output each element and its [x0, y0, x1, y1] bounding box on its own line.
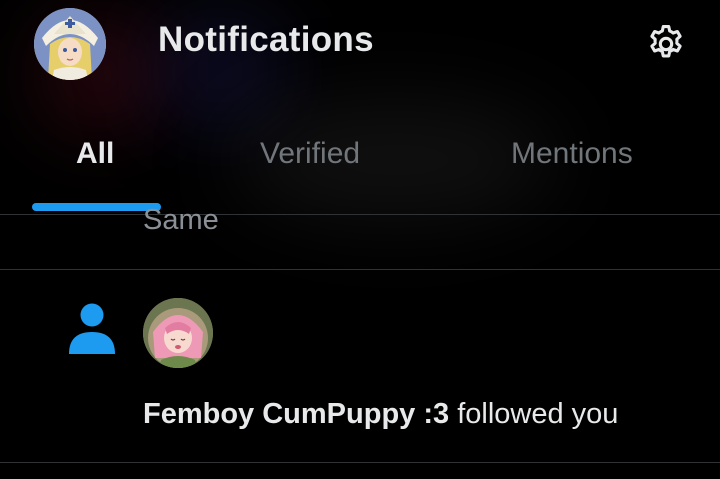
profile-avatar[interactable] — [34, 8, 106, 80]
tab-bar: All Verified Mentions — [0, 130, 720, 214]
follow-action: followed you — [457, 398, 619, 430]
active-tab-indicator — [32, 203, 161, 211]
tab-mentions[interactable]: Mentions — [440, 130, 720, 214]
header-divider — [0, 214, 720, 215]
page-title: Notifications — [158, 20, 374, 59]
notifications-screen: Notifications All Verified Mentions Same — [0, 0, 720, 479]
tab-verified[interactable]: Verified — [195, 130, 440, 214]
follower-name[interactable]: Femboy CumPuppy :3 — [143, 398, 449, 430]
follow-notification-text: Femboy CumPuppy :3 followed you — [143, 398, 618, 431]
follow-notification[interactable]: Femboy CumPuppy :3 followed you — [0, 270, 720, 462]
profile-avatar-image — [34, 8, 106, 80]
header: Notifications All Verified Mentions — [0, 0, 720, 215]
follower-avatar[interactable] — [143, 298, 213, 368]
tab-all[interactable]: All — [0, 130, 195, 214]
tab-label: Mentions — [511, 137, 633, 170]
previous-notification-text: Same — [143, 204, 219, 236]
tab-label: Verified — [260, 137, 361, 170]
tab-label: All — [76, 137, 115, 170]
settings-button[interactable] — [644, 22, 688, 66]
notification-divider — [0, 462, 720, 463]
follower-avatar-image — [143, 298, 213, 368]
person-icon — [66, 302, 118, 356]
gear-icon — [650, 25, 682, 58]
